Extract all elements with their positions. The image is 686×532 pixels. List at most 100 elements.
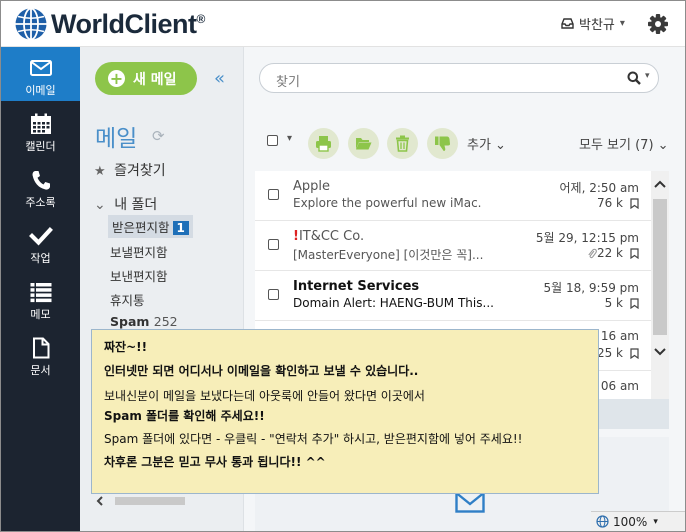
folder-label: 휴지통 xyxy=(110,293,145,308)
mail-toolbar: ▾ 추가 ⌄ 모두 보기 (7) ⌄ xyxy=(244,127,685,161)
more-actions-menu[interactable]: 추가 ⌄ xyxy=(467,134,506,153)
refresh-icon[interactable]: ⟳ xyxy=(152,127,165,145)
message-size: 5 k xyxy=(604,296,623,310)
globe-icon xyxy=(596,515,609,528)
nav-label: 메모 xyxy=(30,308,51,321)
folder-label: Spam xyxy=(110,314,150,329)
folder-icon xyxy=(356,138,372,150)
new-mail-label: 새 메일 xyxy=(133,71,177,88)
message-size: 25 k xyxy=(596,346,623,360)
message-row[interactable]: Internet Services Domain Alert: HAENG-BU… xyxy=(255,271,651,321)
print-button[interactable] xyxy=(308,128,339,159)
folder-label: 보낼편지함 xyxy=(110,245,168,260)
user-menu[interactable]: 박찬규 ▾ xyxy=(561,14,625,33)
star-icon: ★ xyxy=(94,164,106,179)
notice-line: 보내신분이 메일을 보냈다는데 아웃룩에 안들어 왔다면 이곳에서 xyxy=(104,389,425,403)
select-all-checkbox[interactable] xyxy=(267,135,278,146)
notice-line: Spam 폴더를 확인해 주세요!! xyxy=(104,409,265,423)
message-sender: !IT&CC Co. xyxy=(293,229,365,244)
phone-icon xyxy=(32,171,50,190)
folder-inbox[interactable]: 받은편지함 1 xyxy=(108,215,193,238)
message-row[interactable]: Apple Explore the powerful new iMac. 어제,… xyxy=(255,171,651,221)
thumbs-down-icon xyxy=(435,136,450,151)
app-name: WorldClient® xyxy=(51,8,205,39)
nav-label: 주소록 xyxy=(25,196,56,209)
worldclient-window: WorldClient® 박찬규 ▾ 이메일 캘린더 주소록 작업 메모 문서 … xyxy=(0,0,686,532)
view-filter-menu[interactable]: 모두 보기 (7) ⌄ xyxy=(579,134,669,153)
notice-line: Spam 폴더에 있다면 - 우클릭 - "연락처 추가" 하시고, 받은편지함… xyxy=(104,432,523,446)
message-date: 5월 18, 9:59 pm xyxy=(543,281,639,295)
list-icon xyxy=(30,283,51,303)
message-subject: Explore the powerful new iMac. xyxy=(293,196,482,210)
message-sender: Internet Services xyxy=(293,279,420,294)
folder-drafts[interactable]: 보낼편지함 xyxy=(110,242,168,261)
trash-icon xyxy=(396,135,409,152)
bookmark-icon[interactable] xyxy=(630,248,639,259)
message-date: 06 am xyxy=(600,379,639,393)
favorites-section[interactable]: ★ 즐겨찾기 xyxy=(94,160,166,180)
inbox-tray-icon xyxy=(561,18,574,29)
message-size: 76 k xyxy=(596,196,623,210)
collapse-pane-icon[interactable]: « xyxy=(214,68,225,89)
message-row[interactable]: !IT&CC Co. [MasterEveryone] [이것만은 꼭]... … xyxy=(255,221,651,271)
gear-icon[interactable] xyxy=(647,13,669,35)
notice-line: 짜잔~!! xyxy=(104,340,148,354)
message-date: 5월 29, 12:15 pm xyxy=(535,231,639,245)
notice-line: 인터넷만 되면 어디서나 이메일을 확인하고 보낼 수 있습니다.. xyxy=(104,364,419,378)
nav-item-notes[interactable]: 메모 xyxy=(1,271,80,325)
checkmark-icon xyxy=(28,227,53,246)
chevron-down-icon: ⌄ xyxy=(94,197,106,213)
new-mail-button[interactable]: + 새 메일 xyxy=(95,62,197,95)
bookmark-icon[interactable] xyxy=(630,198,639,209)
user-name: 박찬규 xyxy=(579,18,615,33)
top-header: WorldClient® 박찬규 ▾ xyxy=(1,1,685,47)
envelope-icon xyxy=(29,60,52,76)
notice-popup: 짜잔~!! 인터넷만 되면 어디서나 이메일을 확인하고 보낼 수 있습니다..… xyxy=(91,329,599,494)
nav-item-email[interactable]: 이메일 xyxy=(1,47,80,101)
my-folders-section[interactable]: ⌄ 내 폴더 xyxy=(94,194,157,214)
bookmark-icon[interactable] xyxy=(630,298,639,309)
folder-horizontal-scrollbar[interactable] xyxy=(96,493,243,509)
chevron-down-icon: ▾ xyxy=(619,18,625,29)
message-subject: [MasterEveryone] [이것만은 꼭]... xyxy=(293,248,484,262)
row-checkbox[interactable] xyxy=(268,239,279,250)
notice-line: 차후론 그분은 믿고 무사 통과 됩니다!! ^^ xyxy=(104,455,326,469)
row-checkbox[interactable] xyxy=(268,289,279,300)
folder-label: 보낸편지함 xyxy=(110,269,168,284)
chevron-down-icon: ▾ xyxy=(653,516,658,527)
message-list-scrollbar[interactable] xyxy=(651,171,669,399)
folder-label: 받은편지함 xyxy=(112,220,170,235)
unread-count-badge: 1 xyxy=(172,221,189,235)
nav-label: 문서 xyxy=(30,364,51,377)
search-icon[interactable] xyxy=(627,71,641,85)
search-input[interactable]: 찾기 xyxy=(276,71,300,90)
zoom-control[interactable]: 100% ▾ xyxy=(591,511,685,531)
nav-label: 이메일 xyxy=(25,84,56,97)
my-folders-label: 내 폴더 xyxy=(114,197,158,213)
nav-item-documents[interactable]: 문서 xyxy=(1,327,80,381)
globe-logo-icon xyxy=(15,7,47,41)
document-icon xyxy=(32,337,49,359)
chevron-down-icon[interactable]: ▾ xyxy=(645,71,650,81)
nav-item-calendar[interactable]: 캘린더 xyxy=(1,103,80,157)
delete-button[interactable] xyxy=(387,128,418,159)
envelope-icon xyxy=(455,491,485,513)
message-date: 16 am xyxy=(600,329,639,343)
folder-trash[interactable]: 휴지통 xyxy=(110,290,145,309)
mark-junk-button[interactable] xyxy=(427,128,458,159)
row-checkbox[interactable] xyxy=(268,189,279,200)
message-size: 22 k xyxy=(596,246,623,260)
folder-spam[interactable]: Spam 252 xyxy=(110,314,178,329)
paperclip-icon xyxy=(588,248,597,259)
folder-count: 252 xyxy=(153,314,178,329)
move-to-folder-button[interactable] xyxy=(348,128,379,159)
message-sender: Apple xyxy=(293,179,331,194)
nav-item-tasks[interactable]: 작업 xyxy=(1,215,80,269)
folder-sent[interactable]: 보낸편지함 xyxy=(110,266,168,285)
search-bar[interactable]: 찾기 ▾ xyxy=(259,63,659,93)
chevron-down-icon[interactable]: ▾ xyxy=(287,133,292,144)
worldclient-logo[interactable]: WorldClient® xyxy=(14,7,205,41)
plus-icon: + xyxy=(108,69,125,88)
bookmark-icon[interactable] xyxy=(630,348,639,359)
nav-item-contacts[interactable]: 주소록 xyxy=(1,159,80,213)
